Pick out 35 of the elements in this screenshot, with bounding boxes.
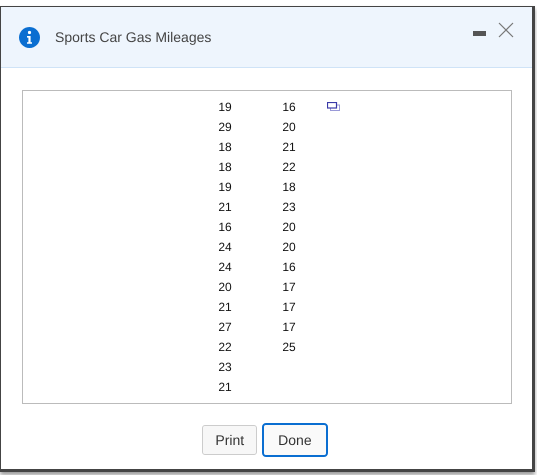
table-cell-text: 20 bbox=[281, 219, 297, 236]
table-cell-text: 21 bbox=[281, 139, 297, 156]
table-cell-text: 18 bbox=[217, 159, 233, 176]
dialog-title: Sports Car Gas Mileages bbox=[55, 29, 212, 45]
table-cell-text: 16 bbox=[281, 259, 297, 276]
table-cell-text: 24 bbox=[217, 239, 233, 256]
table-cell-text: 23 bbox=[281, 199, 297, 216]
table-cell-text: 27 bbox=[217, 319, 233, 336]
table-cell-text: 16 bbox=[281, 99, 297, 116]
table-cell-text: 22 bbox=[217, 339, 233, 356]
table-cell-text: 25 bbox=[281, 339, 297, 356]
table-cell-text: 19 bbox=[217, 179, 233, 196]
table-cell-text: 18 bbox=[281, 179, 297, 196]
table-cell-text: 21 bbox=[217, 299, 233, 316]
popout-icon[interactable] bbox=[327, 102, 340, 111]
table-cell-text: 21 bbox=[217, 379, 233, 396]
table-cell-text: 20 bbox=[281, 239, 297, 256]
table-cell-text: 17 bbox=[281, 299, 297, 316]
print-button[interactable]: Print bbox=[202, 425, 258, 455]
table-cell-text: 16 bbox=[217, 219, 233, 236]
table-cell-text: 17 bbox=[281, 319, 297, 336]
info-icon bbox=[19, 26, 40, 48]
table-cell-text: 19 bbox=[217, 99, 233, 116]
table-cell-text: 24 bbox=[217, 259, 233, 276]
table-cell-text: 23 bbox=[217, 359, 233, 376]
table-cell-text: 17 bbox=[281, 279, 297, 296]
done-button[interactable]: Done bbox=[262, 423, 328, 457]
table-cell-text: 22 bbox=[281, 159, 297, 176]
table-cell-text: 20 bbox=[217, 279, 233, 296]
minimize-button[interactable] bbox=[473, 30, 486, 36]
close-icon[interactable] bbox=[498, 22, 514, 38]
table-cell-text: 21 bbox=[217, 199, 233, 216]
table-cell-text: 29 bbox=[217, 119, 233, 136]
table-cell-text: 18 bbox=[217, 139, 233, 156]
table-cell-text: 20 bbox=[281, 119, 297, 136]
